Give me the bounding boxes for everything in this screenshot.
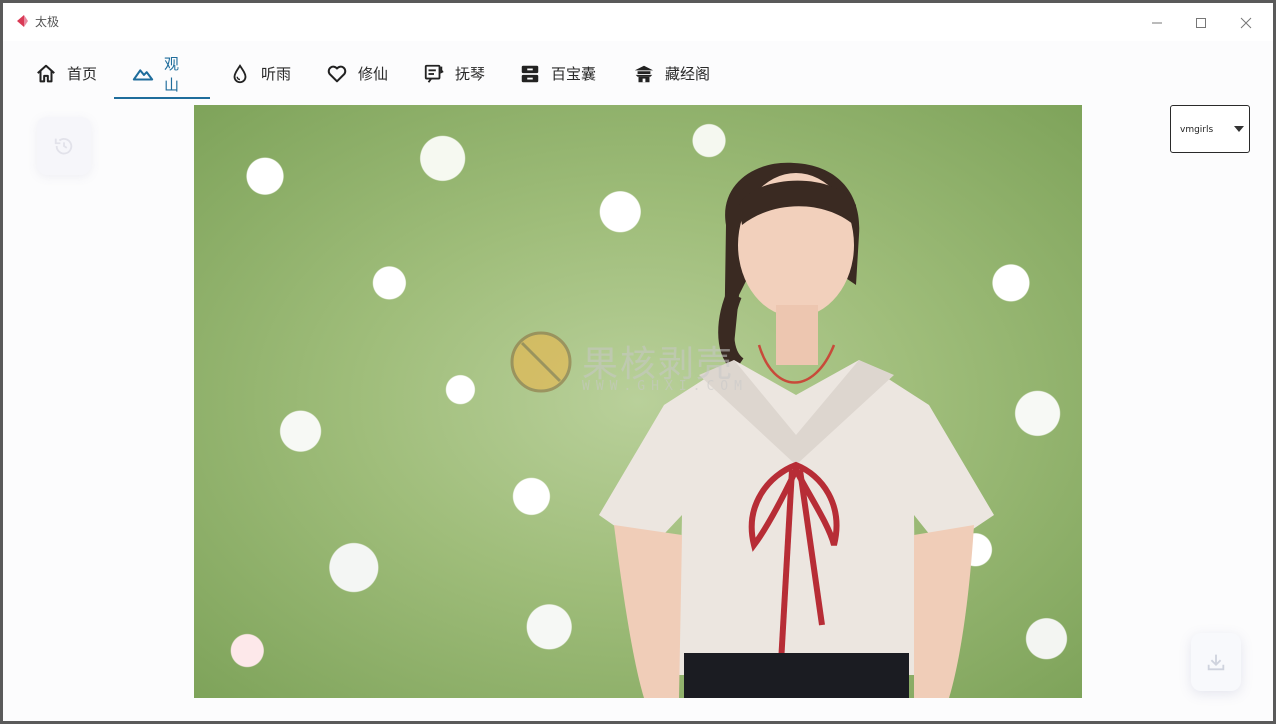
source-select[interactable]: vmgirls — [1170, 105, 1250, 153]
tab-treasure-bag[interactable]: 百宝囊 — [501, 49, 614, 98]
tab-label: 百宝囊 — [551, 65, 597, 83]
chevron-down-icon — [1234, 126, 1244, 132]
app-window: 太极 首页 观山 听雨 修仙 抚琴 百宝囊 藏经阁 果核剥壳 WWW.GHXI.… — [0, 0, 1276, 724]
tab-home[interactable]: 首页 — [17, 49, 115, 98]
watermark-url: WWW.GHXI.COM — [582, 379, 748, 394]
tab-label: 听雨 — [261, 65, 292, 83]
tab-music[interactable]: 抚琴 — [405, 49, 503, 98]
pagoda-icon — [634, 65, 654, 82]
tab-label: 修仙 — [358, 65, 389, 83]
tab-mountain[interactable]: 观山 — [114, 49, 210, 99]
tab-library[interactable]: 藏经阁 — [615, 49, 728, 98]
tab-cultivation[interactable]: 修仙 — [308, 49, 406, 98]
title-bar: 太极 — [3, 3, 1273, 41]
app-logo-icon — [17, 15, 28, 27]
source-select-value: vmgirls — [1180, 125, 1214, 135]
home-icon — [37, 64, 55, 82]
portrait-illustration — [599, 162, 994, 698]
watermark-logo-icon — [510, 331, 572, 393]
download-button[interactable] — [1191, 633, 1241, 691]
tab-label: 抚琴 — [455, 65, 486, 83]
history-icon — [54, 137, 73, 155]
water-drop-icon — [233, 63, 247, 83]
music-note-icon — [424, 64, 444, 83]
minimize-icon — [1152, 22, 1162, 24]
tab-rain[interactable]: 听雨 — [211, 49, 309, 98]
window-title: 太极 — [35, 15, 60, 29]
close-icon — [1240, 17, 1252, 29]
maximize-button[interactable] — [1189, 11, 1213, 35]
minimize-button[interactable] — [1145, 11, 1169, 35]
history-button[interactable] — [37, 117, 91, 175]
maximize-icon — [1196, 18, 1206, 28]
heart-icon — [327, 65, 347, 82]
tab-label: 藏经阁 — [665, 65, 711, 83]
main-tabs: 首页 观山 听雨 修仙 抚琴 百宝囊 藏经阁 — [3, 49, 763, 99]
inbox-icon — [521, 65, 539, 82]
tab-label: 首页 — [67, 65, 98, 83]
gallery-image: 果核剥壳 WWW.GHXI.COM — [194, 105, 1082, 698]
mountain-icon — [132, 68, 154, 81]
tab-label: 观山 — [164, 54, 180, 94]
close-button[interactable] — [1234, 11, 1258, 35]
download-icon — [1207, 654, 1225, 671]
watermark: 果核剥壳 WWW.GHXI.COM — [510, 331, 780, 401]
